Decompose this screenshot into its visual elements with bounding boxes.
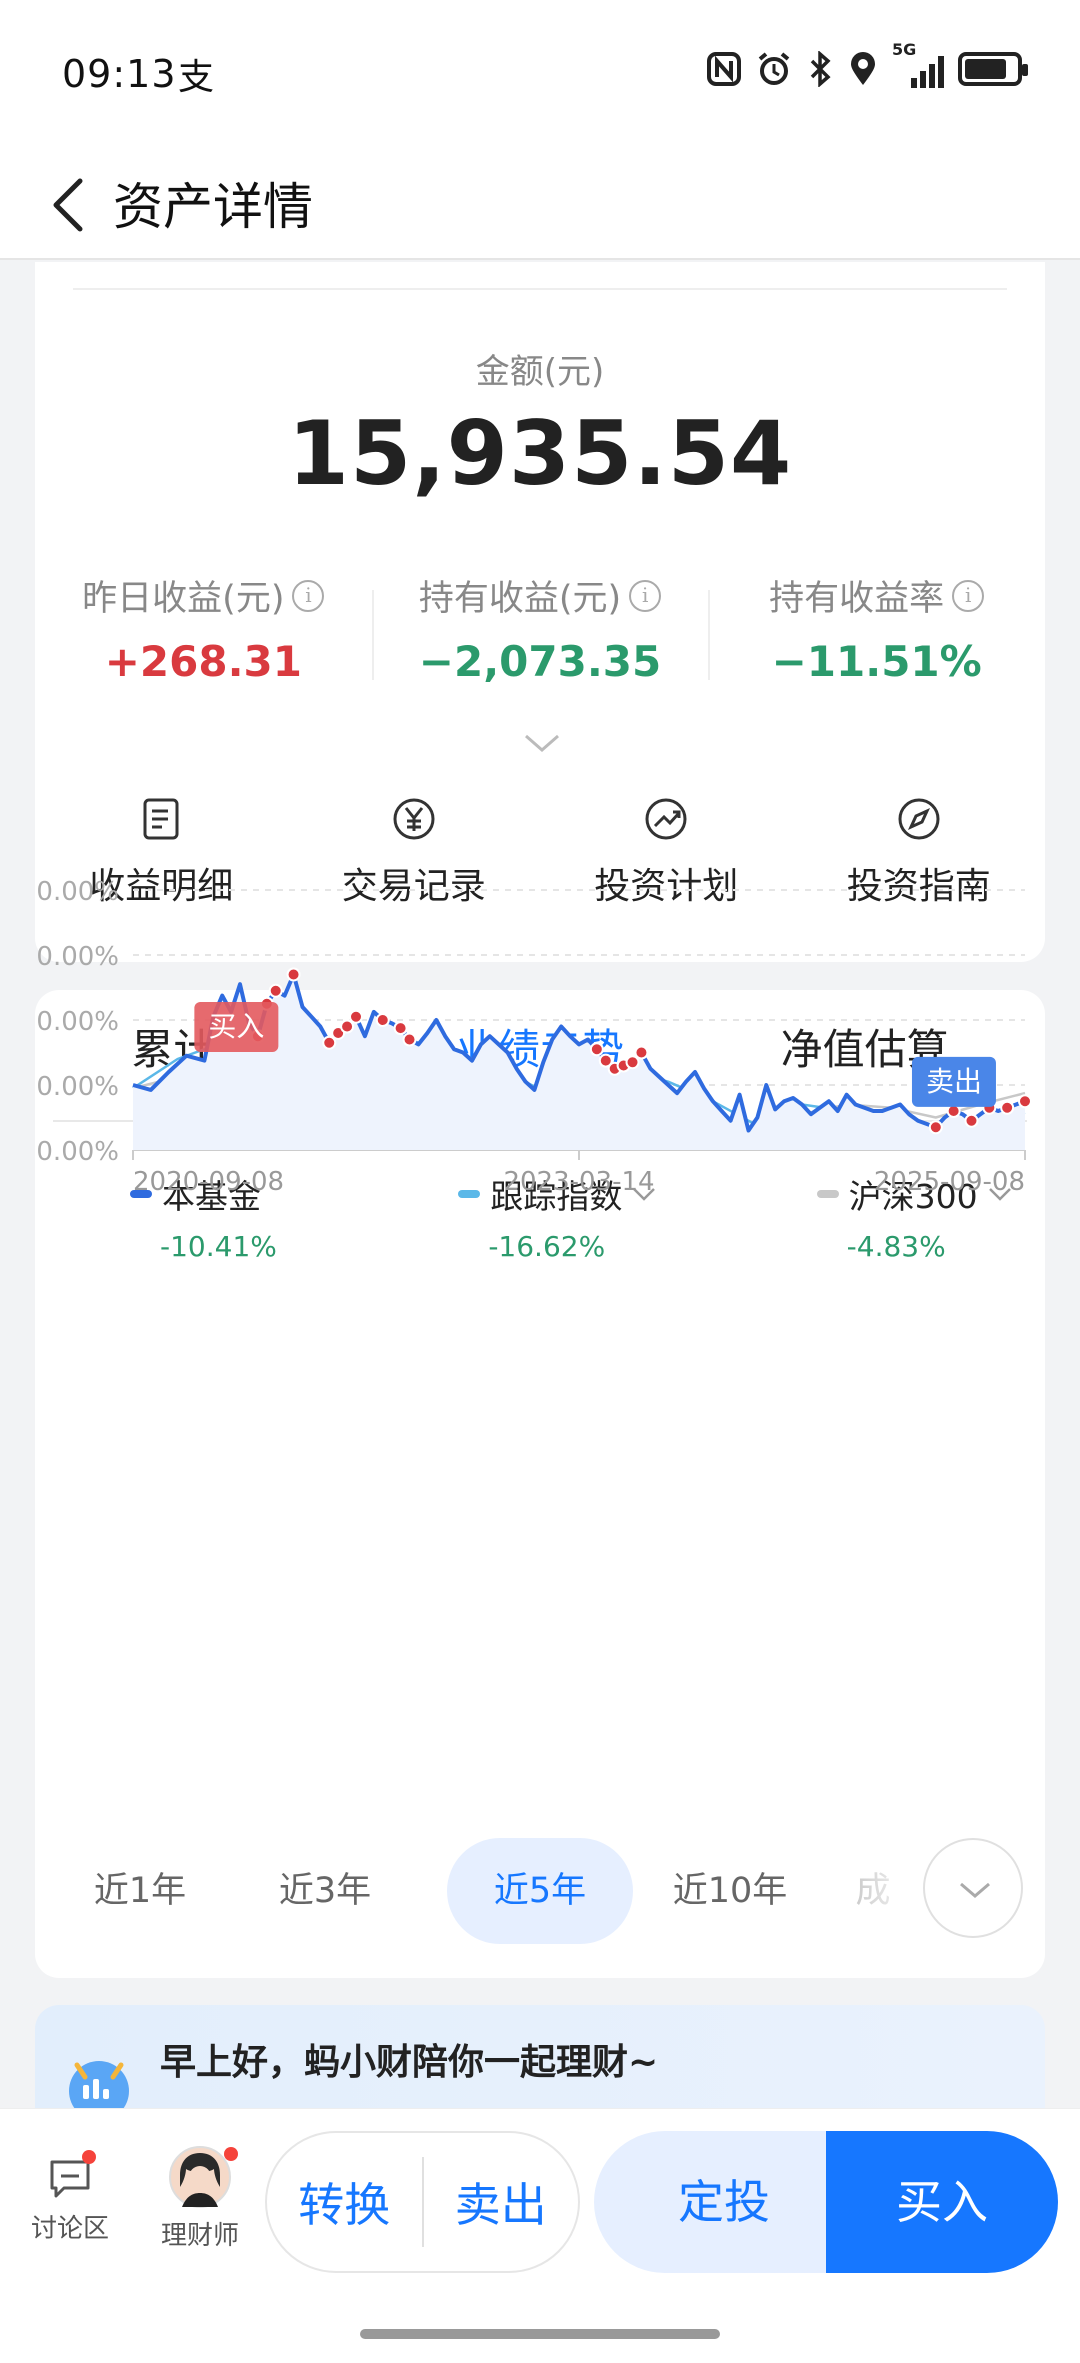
metric-label: 昨日收益(元) [82, 579, 285, 619]
metric-value: +268.31 [104, 637, 302, 686]
divider [73, 288, 1007, 290]
status-bar: 09:13 支 5G [0, 0, 1080, 145]
bottom-action-bar: 讨论区 理财师 转换 卖出 定投 买入 [0, 2108, 1080, 2363]
trend-icon [645, 798, 687, 840]
nav-bar: 资产详情 [0, 145, 1080, 260]
amount-label: 金额(元) [475, 352, 605, 392]
alipay-status-icon: 支 [178, 57, 215, 98]
buy-marker-label: 买入 [208, 1010, 264, 1043]
range-selector: 近1年 近3年 近5年 近10年 成 [35, 1838, 1045, 1948]
sell-point [1018, 1094, 1032, 1109]
advisor-label: 理财师 [160, 2221, 239, 2251]
x-tick-label: 2023-03-14 [503, 1167, 654, 1197]
performance-chart[interactable]: 120.00% 80.00% 40.00% 0.00% -40.00% 2020-09-0… [35, 870, 1045, 1390]
buy-point [286, 967, 301, 982]
buy-point [375, 1013, 390, 1027]
range-1y[interactable]: 近1年 [75, 1838, 205, 1944]
metric-label: 持有收益(元) [418, 579, 622, 619]
home-indicator [360, 2329, 720, 2339]
compass-icon [898, 798, 940, 840]
range-5y[interactable]: 近5年 [447, 1838, 633, 1944]
y-tick-label: 80.00% [35, 942, 119, 972]
metric-label: 持有收益率 [769, 579, 945, 619]
nfc-icon [707, 52, 741, 86]
convert-sell-group: 转换 卖出 [265, 2131, 580, 2273]
sell-point [1000, 1100, 1015, 1115]
range-10y[interactable]: 近10年 [655, 1838, 805, 1944]
discussion-button[interactable]: 讨论区 [20, 2150, 120, 2245]
y-tick-label: 40.00% [35, 1007, 119, 1037]
metric-holding-rate: 持有收益率 i −11.51% [708, 570, 1045, 690]
advisor-avatar [169, 2146, 231, 2208]
discussion-label: 讨论区 [30, 2214, 109, 2244]
metrics-row: 昨日收益(元) i +268.31 持有收益(元) i −2,073.35 持有收益… [35, 570, 1045, 690]
range-3y[interactable]: 近3年 [260, 1838, 390, 1944]
bluetooth-icon [810, 51, 831, 87]
metric-value: −11.51% [771, 637, 982, 686]
document-icon [143, 798, 179, 840]
metric-yesterday: 昨日收益(元) i +268.31 [35, 570, 372, 690]
yuan-icon [393, 798, 435, 840]
asset-summary-card: 金额(元) 15,935.54 昨日收益(元) i +268.31 持有收益(元)… [35, 262, 1045, 962]
greeting-text: 早上好，蚂小财陪你一起理财~ [160, 2042, 659, 2083]
buy-point [634, 1045, 649, 1060]
info-icon[interactable]: i [952, 579, 985, 612]
y-tick-label: 0.00% [36, 1072, 119, 1102]
metric-holding: 持有收益(元) i −2,073.35 [371, 570, 709, 690]
sell-button[interactable]: 卖出 [424, 2169, 579, 2235]
buy-point [589, 1042, 604, 1057]
sell-point [964, 1113, 979, 1128]
buy-point [393, 1021, 408, 1036]
amount-value: 15,935.54 [287, 402, 793, 505]
status-icons: 5G [706, 40, 1028, 88]
location-icon [851, 52, 875, 85]
advisor-button[interactable]: 理财师 [150, 2145, 250, 2252]
buy-button[interactable]: 买入 [826, 2131, 1058, 2273]
buy-point [340, 1019, 355, 1034]
info-icon[interactable]: i [292, 579, 325, 612]
notification-dot [224, 2147, 238, 2161]
buy-point [268, 983, 283, 998]
auto-invest-button[interactable]: 定投 [594, 2131, 854, 2273]
x-tick-label: 2025-09-08 [874, 1167, 1025, 1197]
alarm-icon [758, 52, 790, 85]
notification-dot [82, 2150, 96, 2164]
chevron-down-icon [960, 1882, 990, 1898]
sell-marker-label: 卖出 [926, 1065, 982, 1098]
signal-icon: 5G [892, 40, 944, 88]
info-icon[interactable]: i [629, 579, 662, 612]
y-tick-label: 120.00% [35, 877, 119, 907]
buy-point [402, 1032, 417, 1047]
range-fade [833, 1838, 923, 1944]
y-tick-label: -40.00% [35, 1137, 119, 1167]
chevron-down-icon[interactable] [523, 732, 561, 754]
x-tick-label: 2020-09-08 [133, 1167, 284, 1197]
back-arrow-icon[interactable] [44, 175, 94, 235]
buy-point [625, 1055, 640, 1070]
sell-point [928, 1120, 943, 1135]
page-title: 资产详情 [113, 178, 313, 236]
battery-icon [958, 52, 1028, 86]
convert-button[interactable]: 转换 [267, 2169, 422, 2235]
performance-card: 累计盈亏 业绩走势 净值估算 本基金 -10.41% 跟踪指数 -16.62% … [35, 877, 1045, 1978]
buy-point [349, 1009, 363, 1024]
status-time: 09:13 [62, 52, 177, 96]
range-more-button[interactable] [923, 1838, 1023, 1938]
metric-value: −2,073.35 [418, 637, 662, 686]
buy-point [322, 1035, 337, 1050]
